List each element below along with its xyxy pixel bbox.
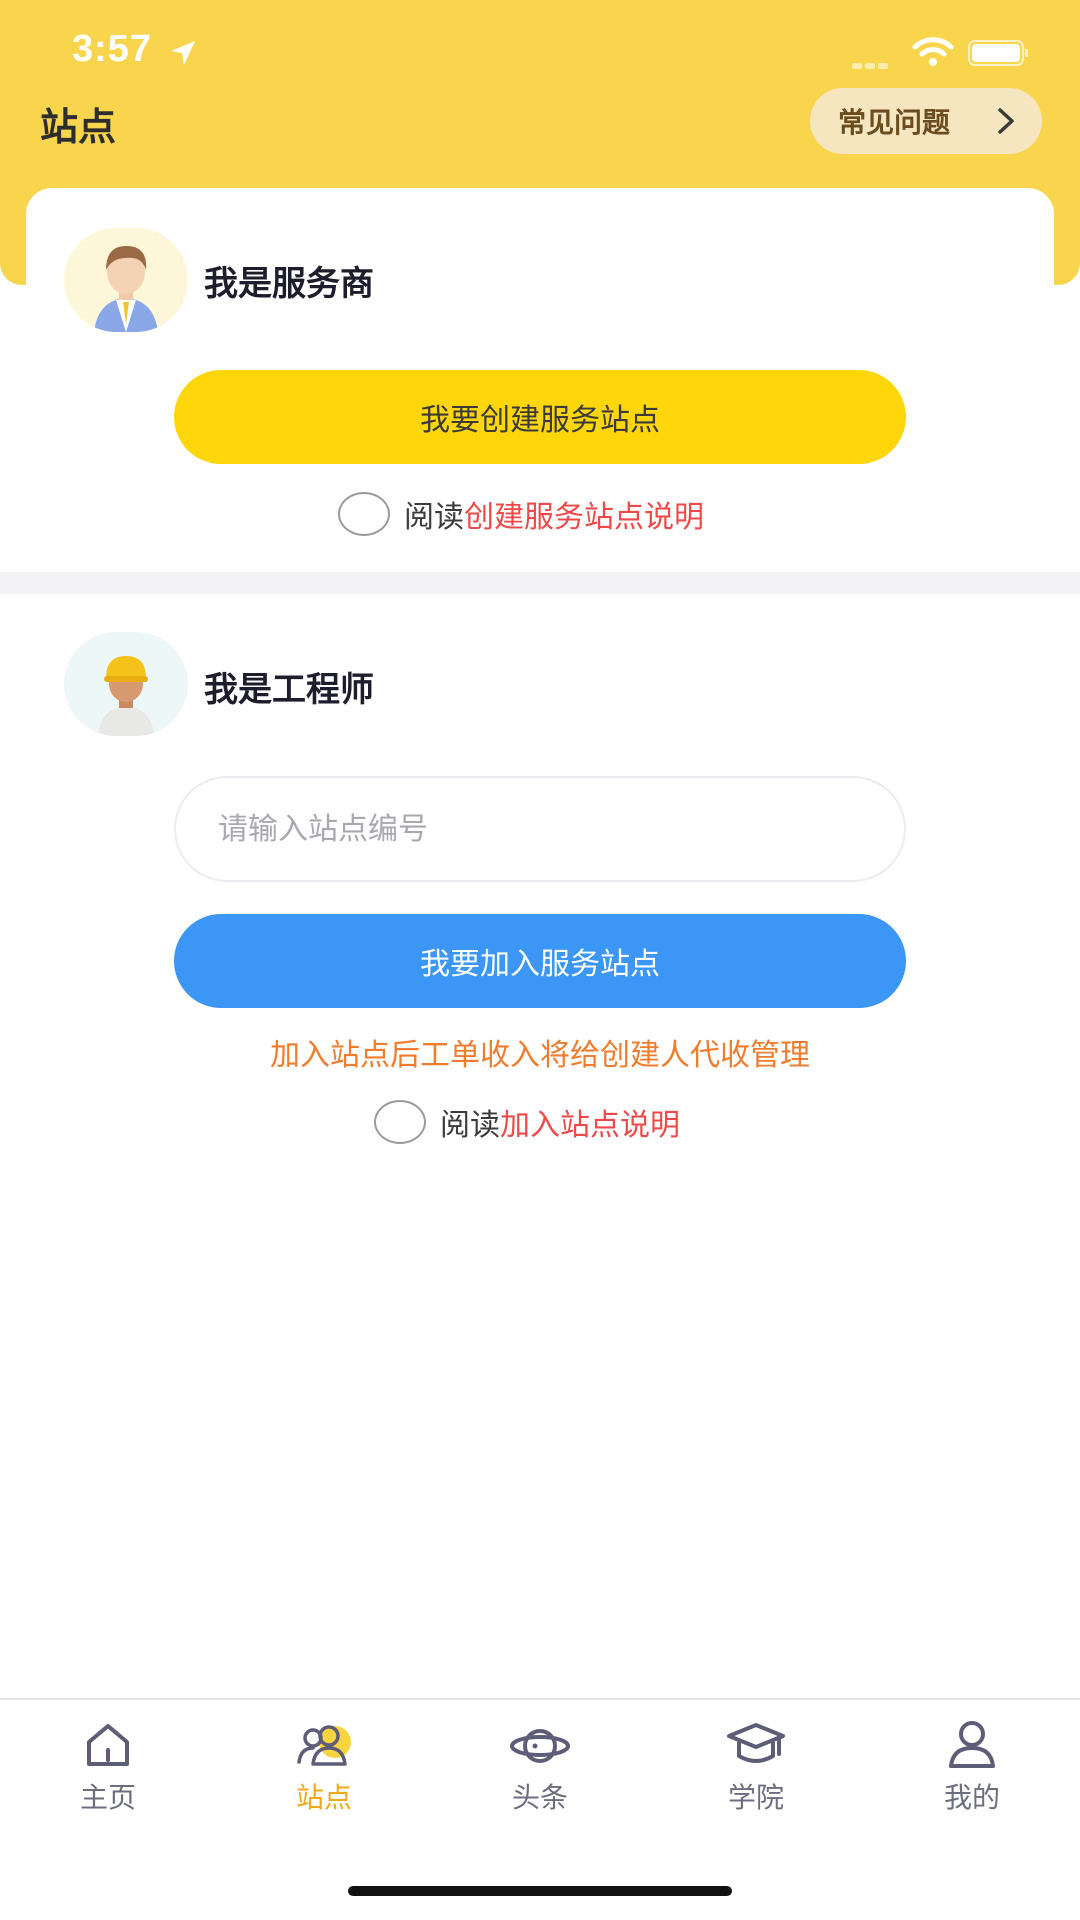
home-indicator[interactable] (348, 1886, 732, 1896)
status-bar: 3:57 (0, 0, 1080, 100)
join-site-instructions-link[interactable]: 加入站点说明 (500, 1100, 680, 1144)
tab-home-label: 主页 (79, 1781, 136, 1814)
graduation-cap-icon (727, 1723, 785, 1763)
planet-icon (510, 1729, 570, 1763)
site-number-input[interactable] (174, 776, 906, 882)
engineer-icon (98, 656, 154, 736)
create-agreement-read-label: 阅读 (404, 500, 464, 535)
tab-mine-label: 我的 (943, 1781, 1000, 1814)
page-title: 站点 (40, 105, 117, 149)
service-provider-icon (94, 246, 158, 332)
tab-site[interactable]: 站点 (264, 1718, 384, 1828)
tab-school-label: 学院 (727, 1781, 784, 1814)
tab-mine[interactable]: 我的 (912, 1718, 1032, 1828)
tab-news[interactable]: 头条 (480, 1718, 600, 1828)
battery-icon (968, 40, 1028, 66)
chevron-right-icon (998, 108, 1014, 134)
cellular-signal-icon (852, 54, 902, 69)
location-arrow-icon (171, 41, 195, 65)
create-agreement-radio[interactable] (338, 492, 390, 536)
faq-button[interactable]: 常见问题 (810, 88, 1042, 154)
tab-home[interactable]: 主页 (48, 1718, 168, 1828)
join-agreement-read-label: 阅读 (440, 1108, 500, 1143)
join-site-agreement[interactable]: 阅读 加入站点说明 (374, 1100, 680, 1144)
create-site-agreement[interactable]: 阅读 创建服务站点说明 (338, 492, 704, 536)
faq-button-label: 常见问题 (838, 106, 951, 139)
provider-title: 我是服务商 (204, 264, 374, 304)
engineer-title: 我是工程师 (204, 670, 374, 710)
home-icon (87, 1724, 129, 1766)
tab-site-label: 站点 (295, 1781, 352, 1814)
wifi-icon (912, 37, 954, 66)
section-divider (0, 572, 1080, 594)
user-icon (949, 1721, 995, 1768)
tab-news-label: 头条 (511, 1781, 568, 1814)
provider-avatar (64, 228, 188, 332)
site-icon (297, 1725, 351, 1766)
join-agreement-radio[interactable] (374, 1100, 426, 1144)
join-site-notice: 加入站点后工单收入将给创建人代收管理 (270, 1038, 810, 1073)
engineer-avatar (64, 632, 188, 736)
create-site-instructions-link[interactable]: 创建服务站点说明 (464, 492, 704, 536)
join-site-button[interactable]: 我要加入服务站点 (174, 914, 906, 1008)
tab-school[interactable]: 学院 (696, 1718, 816, 1828)
create-site-button[interactable]: 我要创建服务站点 (174, 370, 906, 464)
status-time: 3:57 (72, 28, 153, 70)
